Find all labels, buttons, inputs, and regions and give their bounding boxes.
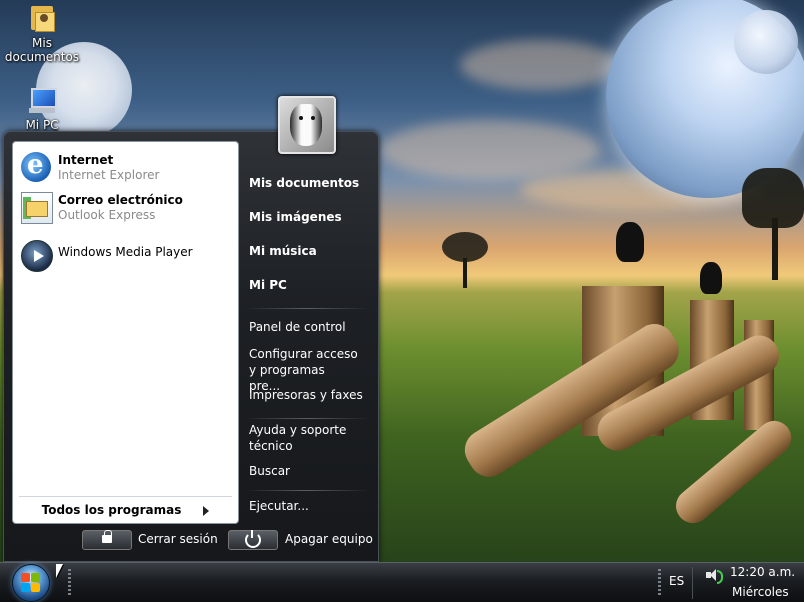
tray-separator bbox=[692, 567, 693, 599]
crow bbox=[616, 222, 644, 262]
computer-icon bbox=[27, 88, 57, 114]
cloud bbox=[380, 120, 600, 180]
program-title: Internet bbox=[58, 153, 114, 167]
all-programs-label: Todos los programas bbox=[41, 503, 182, 517]
menu-item-mis-imagenes[interactable]: Mis imágenes bbox=[249, 209, 342, 225]
volume-icon[interactable] bbox=[706, 568, 723, 584]
desktop-icon-label: Mi PC bbox=[25, 118, 59, 132]
shutdown-button[interactable] bbox=[228, 530, 278, 550]
clock-time[interactable]: 12:20 a.m. bbox=[730, 565, 795, 579]
menu-item-buscar[interactable]: Buscar bbox=[249, 463, 290, 479]
logoff-button[interactable] bbox=[82, 530, 132, 550]
start-menu-programs-pane: Internet Internet Explorer Correo electr… bbox=[12, 141, 239, 524]
menu-item-mis-documentos[interactable]: Mis documentos bbox=[249, 175, 359, 191]
clock-day[interactable]: Miércoles bbox=[732, 585, 789, 599]
menu-item-impresoras-y-faxes[interactable]: Impresoras y faxes bbox=[249, 387, 363, 403]
windows-media-player-icon bbox=[21, 240, 53, 272]
desktop-icon-label: Mis documentos bbox=[4, 36, 80, 64]
desktop-icon-mi-pc[interactable]: Mi PC bbox=[2, 88, 82, 132]
folder-documents-icon bbox=[29, 4, 55, 32]
separator bbox=[244, 308, 370, 309]
arrow-right-icon bbox=[203, 505, 210, 516]
shutdown-label[interactable]: Apagar equipo bbox=[285, 532, 373, 546]
taskbar-grip[interactable] bbox=[68, 569, 71, 597]
internet-explorer-icon bbox=[21, 150, 51, 182]
fence-log bbox=[669, 413, 799, 531]
cloud bbox=[460, 40, 620, 90]
mouse-cursor-icon bbox=[56, 564, 63, 578]
taskbar: ES 12:20 a.m. Miércoles bbox=[0, 562, 804, 602]
taskbar-grip[interactable] bbox=[658, 569, 661, 597]
distant-tree bbox=[442, 232, 488, 288]
pinned-email[interactable]: Correo electrónico Outlook Express bbox=[21, 188, 236, 228]
logoff-label[interactable]: Cerrar sesión bbox=[138, 532, 218, 546]
menu-item-ayuda-y-soporte[interactable]: Ayuda y soporte técnico bbox=[249, 422, 353, 454]
power-icon bbox=[245, 530, 261, 548]
program-title: Correo electrónico bbox=[58, 193, 183, 207]
lock-icon bbox=[102, 530, 112, 543]
language-indicator[interactable]: ES bbox=[669, 574, 684, 588]
menu-item-mi-pc[interactable]: Mi PC bbox=[249, 277, 287, 293]
separator bbox=[244, 418, 370, 419]
all-programs-button[interactable]: Todos los programas bbox=[13, 499, 238, 521]
planet-small bbox=[734, 10, 798, 74]
pinned-internet[interactable]: Internet Internet Explorer bbox=[21, 148, 236, 188]
separator bbox=[244, 490, 370, 491]
start-button[interactable] bbox=[12, 564, 50, 602]
program-subtitle: Outlook Express bbox=[58, 208, 156, 222]
program-subtitle: Internet Explorer bbox=[58, 168, 160, 182]
crow bbox=[700, 262, 722, 294]
user-avatar[interactable] bbox=[278, 96, 336, 154]
outlook-express-icon bbox=[21, 192, 53, 224]
menu-item-panel-de-control[interactable]: Panel de control bbox=[249, 319, 346, 335]
right-tree bbox=[742, 168, 804, 280]
start-menu: Internet Internet Explorer Correo electr… bbox=[3, 131, 379, 562]
menu-item-mi-musica[interactable]: Mi música bbox=[249, 243, 317, 259]
desktop-icon-mis-documentos[interactable]: Mis documentos bbox=[2, 4, 82, 64]
separator bbox=[19, 496, 232, 497]
start-menu-footer: Cerrar sesión Apagar equipo bbox=[4, 526, 378, 561]
program-title: Windows Media Player bbox=[58, 245, 193, 259]
recent-windows-media-player[interactable]: Windows Media Player bbox=[21, 236, 236, 276]
menu-item-ejecutar[interactable]: Ejecutar... bbox=[249, 498, 309, 514]
